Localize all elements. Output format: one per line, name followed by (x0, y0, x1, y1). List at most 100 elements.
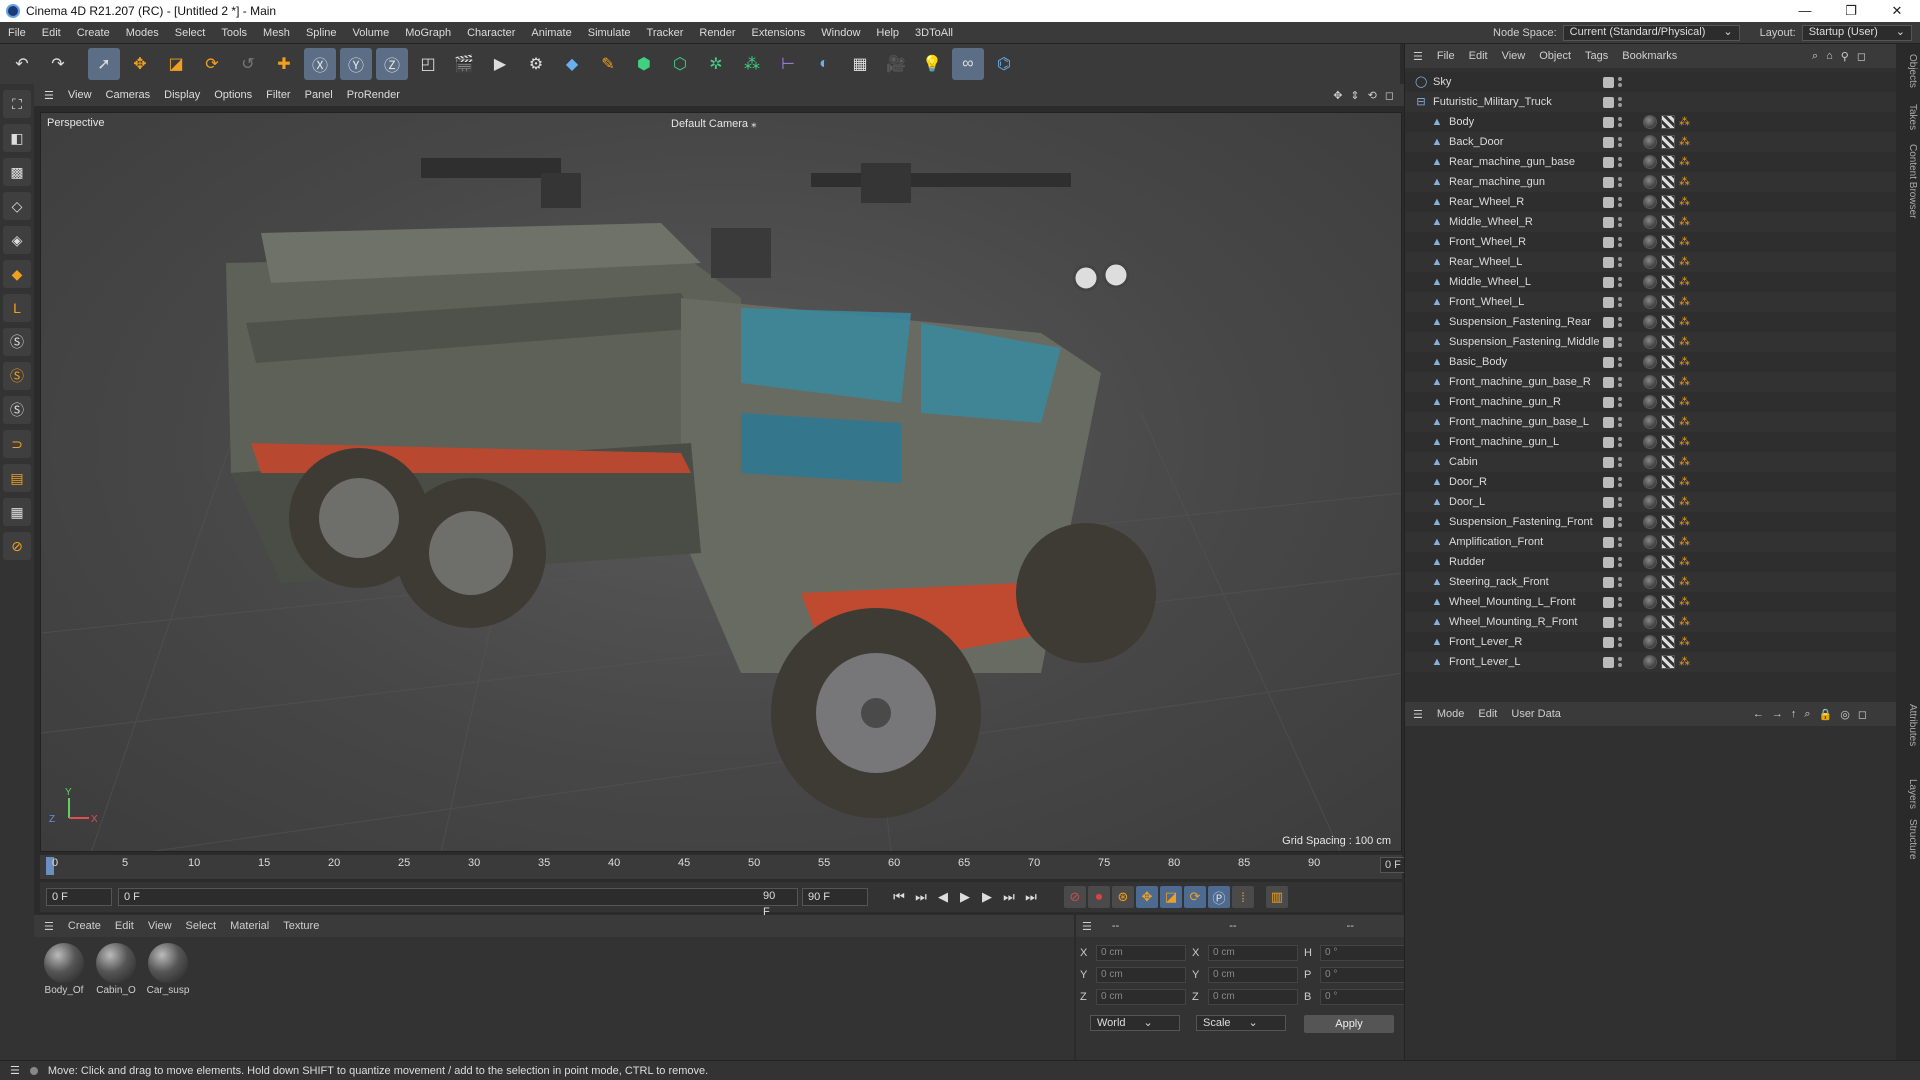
uvw-tag-icon[interactable]: ⁂ (1679, 655, 1693, 669)
texture-tag-icon[interactable] (1661, 135, 1675, 149)
visibility-checkbox[interactable] (1603, 616, 1614, 628)
uvw-tag-icon[interactable]: ⁂ (1679, 295, 1693, 309)
uvw-tag-icon[interactable]: ⁂ (1679, 375, 1693, 389)
move-tool-icon[interactable]: ✥ (124, 48, 156, 80)
uvw-tag-icon[interactable]: ⁂ (1679, 195, 1693, 209)
search-icon[interactable]: ⌕ (1804, 708, 1810, 721)
size-z-field[interactable]: 0 cm (1208, 989, 1298, 1005)
uvw-tag-icon[interactable]: ⁂ (1679, 335, 1693, 349)
menu-volume[interactable]: Volume (345, 27, 398, 39)
object-row[interactable]: ▲ Front_Wheel_L ⁂ (1405, 292, 1897, 312)
lock-icon[interactable]: 🔒 (1819, 708, 1833, 721)
next-key-icon[interactable]: ⏭ (998, 886, 1020, 908)
material-tag-icon[interactable] (1643, 295, 1657, 309)
menu-modes[interactable]: Modes (118, 27, 167, 39)
keyframe-selection-icon[interactable]: ⊛ (1112, 886, 1134, 908)
material-tag-icon[interactable] (1643, 415, 1657, 429)
texture-tag-icon[interactable] (1661, 615, 1675, 629)
uvw-tag-icon[interactable]: ⁂ (1679, 395, 1693, 409)
python-icon[interactable]: ⌬ (988, 48, 1020, 80)
previous-key-icon[interactable]: ⏭ (910, 886, 932, 908)
light-icon[interactable]: 💡 (916, 48, 948, 80)
search-icon[interactable]: ⌕ (1812, 50, 1818, 63)
visibility-checkbox[interactable] (1603, 256, 1614, 268)
uvw-tag-icon[interactable]: ⁂ (1679, 515, 1693, 529)
uvw-tag-icon[interactable]: ⁂ (1679, 315, 1693, 329)
texture-tag-icon[interactable] (1661, 115, 1675, 129)
visibility-checkbox[interactable] (1603, 636, 1614, 648)
minimize-button[interactable]: — (1782, 0, 1828, 22)
material-tag-icon[interactable] (1643, 635, 1657, 649)
material-menu-texture[interactable]: Texture (283, 920, 319, 932)
object-row[interactable]: ▲ Body ⁂ (1405, 112, 1897, 132)
object-row[interactable]: ▲ Back_Door ⁂ (1405, 132, 1897, 152)
material-tag-icon[interactable] (1643, 595, 1657, 609)
target-icon[interactable]: ◎ (1840, 708, 1850, 721)
material-tag-icon[interactable] (1643, 495, 1657, 509)
menu-spline[interactable]: Spline (298, 27, 345, 39)
magnet-icon[interactable]: ⊃ (3, 430, 31, 458)
frame-range-slider[interactable]: 0 F (118, 888, 798, 906)
side-tab-objects[interactable]: Objects (1907, 54, 1918, 88)
hamburger-icon[interactable]: ☰ (44, 89, 54, 102)
key-rotation-icon[interactable]: ⟳ (1184, 886, 1206, 908)
uvw-tag-icon[interactable]: ⁂ (1679, 235, 1693, 249)
scale-tool-icon[interactable]: ◪ (160, 48, 192, 80)
material-menu-select[interactable]: Select (186, 920, 217, 932)
key-position-icon[interactable]: ✥ (1136, 886, 1158, 908)
object-row[interactable]: ▲ Wheel_Mounting_R_Front ⁂ (1405, 612, 1897, 632)
rotation-b-field[interactable]: 0 ° (1320, 989, 1410, 1005)
object-menu-view[interactable]: View (1502, 50, 1526, 62)
redo-icon[interactable]: ↷ (42, 48, 74, 80)
dolly-view-icon[interactable]: ⇕ (1350, 89, 1359, 102)
texture-tag-icon[interactable] (1661, 555, 1675, 569)
material-tag-icon[interactable] (1643, 355, 1657, 369)
rotation-h-field[interactable]: 0 ° (1320, 945, 1410, 961)
visibility-dots-icon[interactable] (1618, 76, 1622, 88)
texture-tag-icon[interactable] (1661, 275, 1675, 289)
menu-create[interactable]: Create (69, 27, 118, 39)
size-x-field[interactable]: 0 cm (1208, 945, 1298, 961)
visibility-dots-icon[interactable] (1618, 536, 1622, 548)
previous-frame-icon[interactable]: ◀ (932, 886, 954, 908)
create-tool-icon[interactable]: ✚ (268, 48, 300, 80)
visibility-checkbox[interactable] (1603, 296, 1614, 308)
object-row[interactable]: ▲ Middle_Wheel_L ⁂ (1405, 272, 1897, 292)
visibility-dots-icon[interactable] (1618, 356, 1622, 368)
texture-tag-icon[interactable] (1661, 455, 1675, 469)
material-tag-icon[interactable] (1643, 475, 1657, 489)
edge-mode-icon[interactable]: ◈ (3, 226, 31, 254)
visibility-checkbox[interactable] (1603, 576, 1614, 588)
texture-tag-icon[interactable] (1661, 415, 1675, 429)
play-icon[interactable]: ▶ (954, 886, 976, 908)
material-swatch[interactable]: Cabin_O (94, 943, 138, 996)
texture-tag-icon[interactable] (1661, 655, 1675, 669)
uvw-tag-icon[interactable]: ⁂ (1679, 215, 1693, 229)
rotation-p-field[interactable]: 0 ° (1320, 967, 1410, 983)
texture-tag-icon[interactable] (1661, 535, 1675, 549)
visibility-checkbox[interactable] (1603, 116, 1614, 128)
visibility-checkbox[interactable] (1603, 396, 1614, 408)
coord-scale-dropdown[interactable]: Scale ⌄ (1196, 1015, 1286, 1031)
uvw-tag-icon[interactable]: ⁂ (1679, 275, 1693, 289)
menu-extensions[interactable]: Extensions (743, 27, 813, 39)
uvw-tag-icon[interactable]: ⁂ (1679, 255, 1693, 269)
visibility-checkbox[interactable] (1603, 336, 1614, 348)
visibility-dots-icon[interactable] (1618, 516, 1622, 528)
visibility-checkbox[interactable] (1603, 516, 1614, 528)
visibility-checkbox[interactable] (1603, 176, 1614, 188)
texture-tag-icon[interactable] (1661, 195, 1675, 209)
new-window-icon[interactable]: ◻ (1858, 708, 1867, 721)
object-row[interactable]: ▲ Front_Wheel_R ⁂ (1405, 232, 1897, 252)
texture-tag-icon[interactable] (1661, 255, 1675, 269)
visibility-checkbox[interactable] (1603, 276, 1614, 288)
start-frame-field[interactable]: 0 F (46, 888, 112, 906)
object-row[interactable]: ▲ Rear_machine_gun ⁂ (1405, 172, 1897, 192)
uvw-tag-icon[interactable]: ⁂ (1679, 535, 1693, 549)
object-row[interactable]: ▲ Front_machine_gun_R ⁂ (1405, 392, 1897, 412)
object-row[interactable]: ▲ Suspension_Fastening_Front ⁂ (1405, 512, 1897, 532)
hamburger-icon[interactable]: ☰ (1413, 50, 1423, 63)
texture-tag-icon[interactable] (1661, 315, 1675, 329)
visibility-checkbox[interactable] (1603, 536, 1614, 548)
new-window-icon[interactable]: ◻ (1857, 50, 1866, 63)
